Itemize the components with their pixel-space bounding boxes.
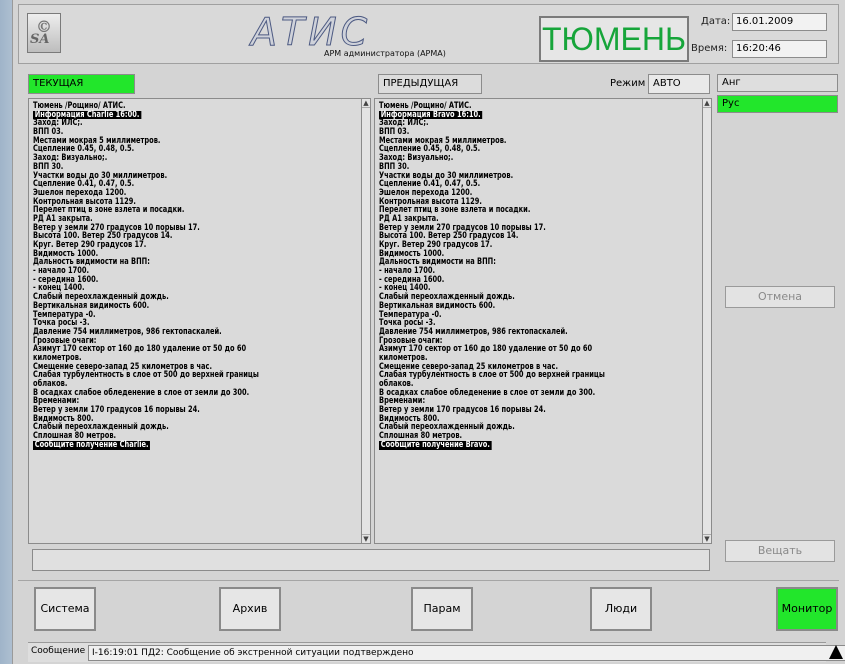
message-label: Сообщение [31, 646, 86, 656]
message-line: Слабая турбулентность в слое от 500 до в… [379, 370, 605, 381]
people-button[interactable]: Люди [590, 587, 652, 631]
mode-value[interactable]: АВТО [648, 74, 710, 94]
message-text: I-16:19:01 ПД2: Сообщение об экстренной … [88, 645, 845, 661]
message-line: Заход: ИЛС;. [379, 118, 429, 129]
scroll-up-icon[interactable]: ▲ [362, 99, 370, 108]
message-line: Сообщите получение Bravo. [379, 439, 492, 450]
system-button[interactable]: Система [34, 587, 96, 631]
previous-scrollbar[interactable]: ▲ ▼ [702, 98, 712, 544]
current-message-panel[interactable]: Тюмень /Рощино/ АТИС. Информация Charlie … [28, 98, 362, 544]
message-line: Заход: Визуально;. [33, 153, 108, 164]
mode-label: Режим [610, 78, 646, 89]
status-line [32, 549, 710, 571]
archive-button[interactable]: Архив [219, 587, 281, 631]
scroll-down-icon[interactable]: ▼ [362, 534, 370, 543]
message-bar: Сообщение I-16:19:01 ПД2: Сообщение об э… [28, 642, 845, 662]
date-value: 16.01.2009 [732, 13, 827, 31]
header: © SA АТИС АРМ администратора (АРМА) ТЮМЕ… [18, 4, 839, 64]
message-line: Сообщите получение Charlie. [33, 439, 151, 450]
time-label: Время: [691, 43, 728, 54]
message-line: Заход: ИЛС;. [33, 118, 83, 129]
date-label: Дата: [701, 16, 731, 27]
time-value: 16:20:46 [732, 40, 827, 58]
previous-label: ПРЕДЫДУЩАЯ [378, 74, 482, 94]
expand-up-icon[interactable] [829, 645, 843, 659]
previous-message-panel[interactable]: Тюмень /Рощино/ АТИС. Информация Bravo 16… [374, 98, 712, 544]
message-line: Слабая турбулентность в слое от 500 до в… [33, 370, 259, 381]
scroll-up-icon[interactable]: ▲ [703, 99, 711, 108]
broadcast-button[interactable]: Вещать [725, 540, 835, 562]
params-button[interactable]: Парам [411, 587, 473, 631]
city-name: ТЮМЕНЬ [539, 16, 689, 62]
monitor-button[interactable]: Монитор [776, 587, 838, 631]
current-label: ТЕКУЩАЯ [28, 74, 135, 94]
current-scrollbar[interactable]: ▲ ▼ [361, 98, 371, 544]
previous-message-text: Тюмень /Рощино/ АТИС. Информация Bravo 16… [379, 102, 654, 450]
scroll-down-icon[interactable]: ▼ [703, 534, 711, 543]
app-title: АТИС [250, 10, 372, 54]
current-message-text: Тюмень /Рощино/ АТИС. Информация Charlie … [33, 102, 305, 450]
logo: © SA [27, 13, 61, 53]
app-subtitle: АРМ администратора (АРМА) [324, 49, 446, 58]
lang-button-eng[interactable]: Анг [717, 74, 838, 92]
logo-c-icon: © [36, 17, 52, 36]
lang-button-rus[interactable]: Рус [717, 95, 838, 113]
message-line: Заход: Визуально;. [379, 153, 454, 164]
cancel-button[interactable]: Отмена [725, 286, 835, 308]
